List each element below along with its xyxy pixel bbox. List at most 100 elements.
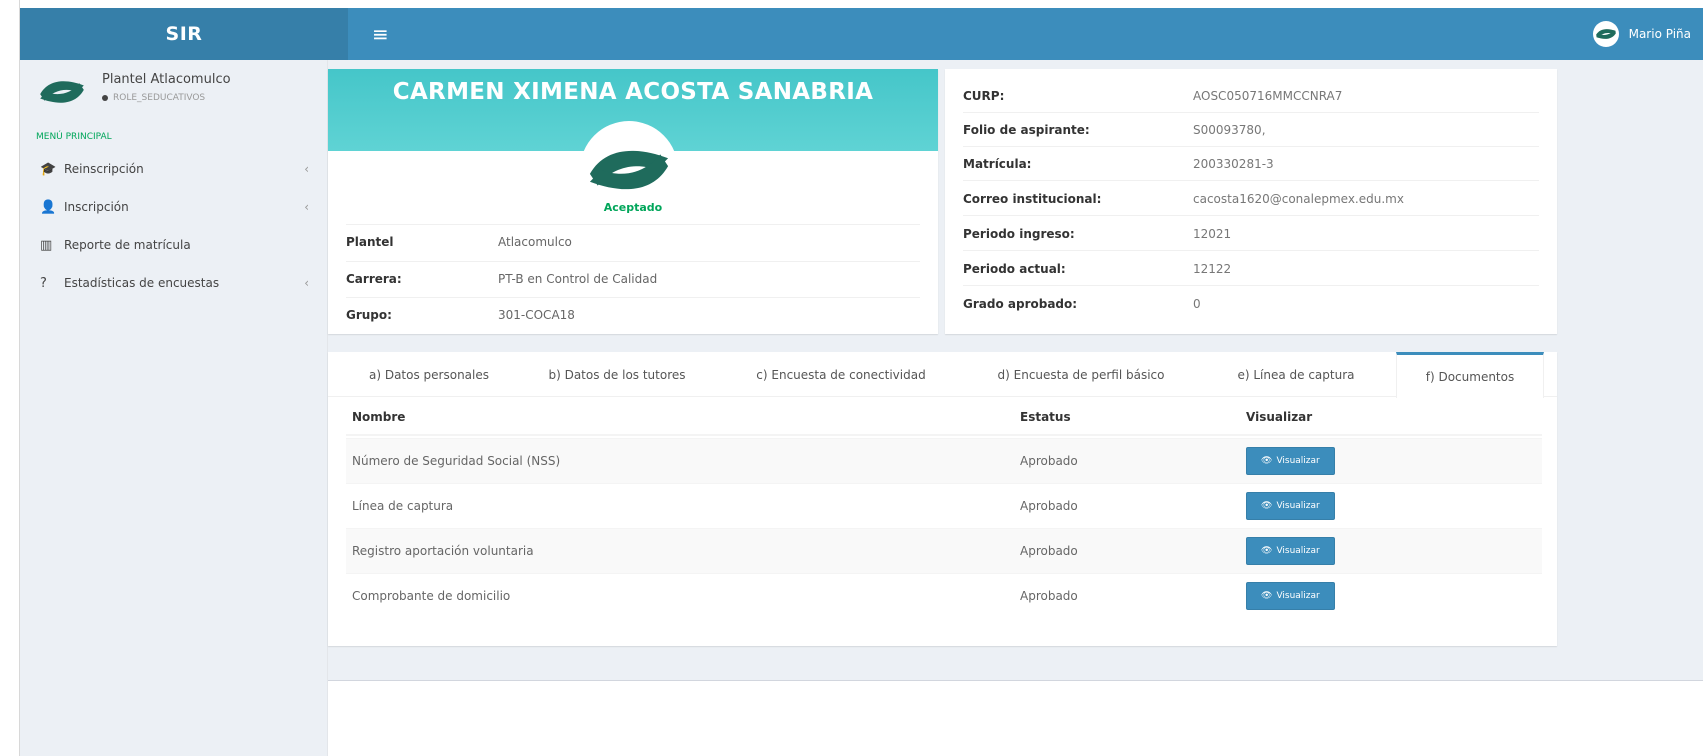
document-status: Aprobado [1020,454,1078,468]
profile-field-carrera: Carrera: PT-B en Control de Calidad [346,261,920,295]
table-row: Registro aportación voluntaria Aprobado … [346,528,1542,573]
column-header-nombre: Nombre [352,410,406,424]
tab-datos-tutores[interactable]: b) Datos de los tutores [524,352,710,397]
student-profile-card: CARMEN XIMENA ACOSTA SANABRIA Aceptado P… [328,69,938,334]
field-label: Grupo: [346,307,392,322]
window-edge [0,0,20,756]
detail-periodo-ingreso: Periodo ingreso: 12021 [963,217,1539,251]
detail-value: 12021 [1193,226,1232,241]
field-value: PT-B en Control de Calidad [498,271,658,286]
detail-value: 0 [1193,297,1201,311]
detail-value: AOSC050716MMCCNRA7 [1193,88,1343,103]
eye-icon: 👁 [1261,546,1273,556]
tabs-panel: a) Datos personales b) Datos de los tuto… [328,352,1557,646]
chevron-left-icon: ‹ [304,276,309,290]
chevron-left-icon: ‹ [304,200,309,214]
field-value: Atlacomulco [498,234,572,249]
detail-label: Periodo ingreso: [963,226,1075,241]
sidebar-panel-name: Plantel Atlacomulco [102,72,231,87]
document-status: Aprobado [1020,544,1078,558]
tab-datos-personales[interactable]: a) Datos personales [340,352,518,397]
sidebar-item-inscripcion[interactable]: 👤 Inscripción ‹ [20,188,327,226]
tab-bar: a) Datos personales b) Datos de los tuto… [328,352,1557,398]
status-badge: Aceptado [603,201,663,214]
detail-periodo-actual: Periodo actual: 12122 [963,252,1539,286]
footer [328,680,1703,756]
button-label: Visualizar [1276,591,1320,601]
detail-value: 12122 [1193,261,1232,276]
detail-value: cacosta1620@conalepmex.edu.mx [1193,191,1404,206]
sidebar: Plantel Atlacomulco ROLE_SEDUCATIVOS MEN… [20,60,328,756]
document-name: Comprobante de domicilio [352,589,511,603]
conalep-logo-icon [1592,21,1619,47]
status-dot-icon [102,94,108,101]
document-name: Línea de captura [352,499,454,513]
main-content: CARMEN XIMENA ACOSTA SANABRIA Aceptado P… [328,60,1703,756]
sidebar-user-panel: Plantel Atlacomulco ROLE_SEDUCATIVOS [20,60,327,124]
column-header-estatus: Estatus [1020,410,1071,424]
conalep-logo-icon [589,150,669,190]
sidebar-item-reinscripcion[interactable]: 🎓 Reinscripción ‹ [20,150,327,188]
detail-label: Grado aprobado: [963,297,1078,311]
field-label: Carrera: [346,271,402,286]
bar-chart-icon: ▥ [40,237,53,253]
student-details-card: CURP: AOSC050716MMCCNRA7 Folio de aspira… [945,69,1557,334]
detail-correo: Correo institucional: cacosta1620@conale… [963,182,1539,216]
document-status: Aprobado [1020,589,1078,603]
table-row: Línea de captura Aprobado 👁 Visualizar [346,483,1542,528]
brand-logo[interactable]: SIR [20,8,348,60]
document-name: Número de Seguridad Social (NSS) [352,454,561,468]
tab-documentos[interactable]: f) Documentos [1396,352,1544,398]
user-plus-icon: 👤 [40,199,57,215]
tab-encuesta-conectividad[interactable]: c) Encuesta de conectividad [732,352,950,397]
document-name: Registro aportación voluntaria [352,544,534,558]
sidebar-item-label: Reinscripción [64,162,144,176]
field-value: 301-COCA18 [498,307,575,322]
detail-label: Periodo actual: [963,261,1066,276]
detail-label: Matrícula: [963,156,1032,171]
sidebar-item-label: Estadísticas de encuestas [64,276,220,290]
detail-curp: CURP: AOSC050716MMCCNRA7 [963,79,1539,113]
document-status: Aprobado [1020,499,1078,513]
user-name: Mario Piña [1628,27,1691,41]
detail-value: S00093780, [1193,122,1266,137]
eye-icon: 👁 [1261,501,1273,511]
top-navbar: SIR ≡ Mario Piña [20,8,1703,60]
documents-table-header: Nombre Estatus Visualizar [346,400,1542,436]
visualizar-button[interactable]: 👁 Visualizar [1246,447,1335,475]
tab-linea-captura[interactable]: e) Línea de captura [1208,352,1384,397]
detail-matricula: Matrícula: 200330281-3 [963,147,1539,181]
sidebar-panel-role: ROLE_SEDUCATIVOS [102,93,231,103]
role-label: ROLE_SEDUCATIVOS [113,93,206,103]
visualizar-button[interactable]: 👁 Visualizar [1246,582,1335,610]
button-label: Visualizar [1276,456,1320,466]
detail-grado: Grado aprobado: 0 [963,287,1539,321]
sidebar-item-label: Inscripción [64,200,129,214]
field-label: Plantel [346,234,394,249]
visualizar-button[interactable]: 👁 Visualizar [1246,537,1335,565]
table-row: Comprobante de domicilio Aprobado 👁 Visua… [346,573,1542,618]
detail-label: CURP: [963,88,1005,103]
graduation-cap-icon: 🎓 [40,161,57,177]
user-menu[interactable]: Mario Piña [1592,21,1691,47]
sidebar-item-estadisticas[interactable]: ? Estadísticas de encuestas ‹ [20,264,327,302]
detail-label: Folio de aspirante: [963,122,1090,137]
profile-field-plantel: Plantel Atlacomulco [346,224,920,258]
sidebar-item-label: Reporte de matrícula [64,238,191,252]
profile-field-grupo: Grupo: 301-COCA18 [346,297,920,331]
sidebar-item-reporte[interactable]: ▥ Reporte de matrícula [20,226,327,264]
detail-label: Correo institucional: [963,191,1102,206]
hamburger-icon[interactable]: ≡ [372,22,389,46]
tab-encuesta-perfil[interactable]: d) Encuesta de perfil básico [968,352,1194,397]
chevron-left-icon: ‹ [304,162,309,176]
eye-icon: 👁 [1261,456,1273,466]
button-label: Visualizar [1276,501,1320,511]
button-label: Visualizar [1276,546,1320,556]
question-icon: ? [40,275,47,291]
detail-value: 200330281-3 [1193,156,1274,171]
detail-folio: Folio de aspirante: S00093780, [963,113,1539,147]
eye-icon: 👁 [1261,591,1273,601]
table-row: Número de Seguridad Social (NSS) Aprobad… [346,438,1542,483]
column-header-visualizar: Visualizar [1246,410,1313,424]
visualizar-button[interactable]: 👁 Visualizar [1246,492,1335,520]
